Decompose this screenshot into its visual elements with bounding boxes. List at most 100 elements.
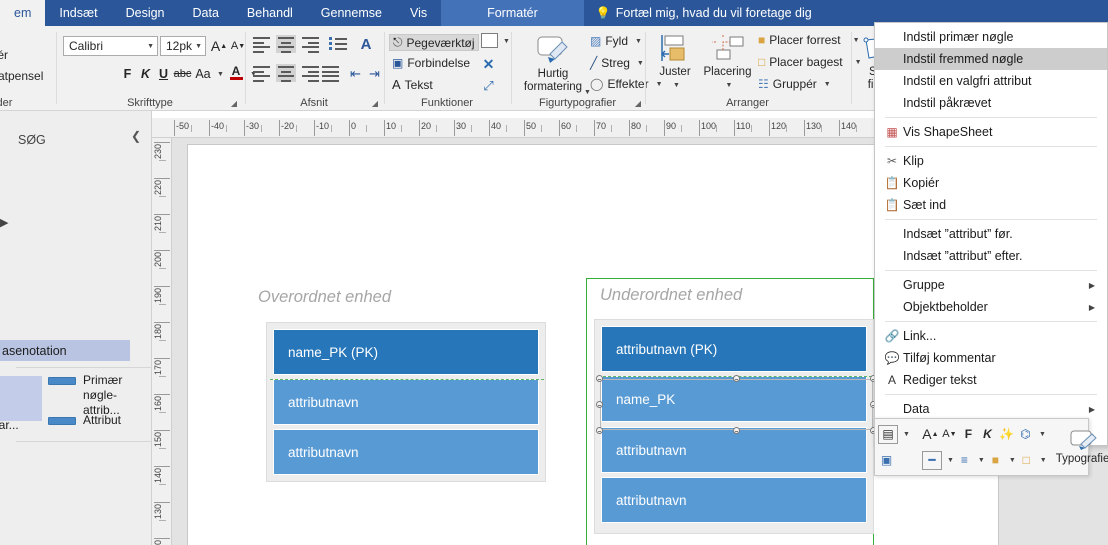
paragraph-dialog-launcher[interactable]: ◢ <box>372 99 378 108</box>
tab-behandl[interactable]: Behandl <box>233 0 307 26</box>
menu-item-rediger-tekst[interactable]: A Rediger tekst <box>875 369 1107 391</box>
italic-button[interactable]: K <box>137 64 154 83</box>
tab-indsaet[interactable]: Indsæt <box>45 0 111 26</box>
text-style-icon[interactable]: ▤ <box>878 424 898 444</box>
mini-toolbar-styles-button[interactable]: Typografier <box>1056 429 1108 465</box>
mini-toolbar[interactable]: ▤ ▼ ▣ A▲ A▼ F K ✨ ⌬ ▼ ━ ▼ ≡ ▼ ■ ▼ □ ▼ <box>874 418 1108 476</box>
tell-me-box[interactable]: 💡 Fortæl mig, hvad du vil foretage dig <box>584 0 812 26</box>
expand-stencil-icon[interactable]: ▶ <box>0 216 8 229</box>
chevron-down-icon[interactable]: ▼ <box>903 431 910 438</box>
chevron-down-icon[interactable]: ▼ <box>1040 457 1047 464</box>
text-tool-button[interactable]: A Tekst <box>392 77 433 92</box>
font-color-button[interactable]: A <box>228 62 244 83</box>
align-icon[interactable]: ≡ <box>956 451 973 470</box>
search-input[interactable]: SØG <box>0 127 152 153</box>
send-back-icon[interactable]: □ <box>1018 451 1035 470</box>
menu-item-kopi-r[interactable]: 📋 Kopiér <box>875 172 1107 194</box>
chevron-left-icon[interactable]: ❮ <box>131 129 141 143</box>
resize-handle-sw[interactable] <box>596 427 603 434</box>
position-button[interactable]: Placering ▼ <box>700 34 755 92</box>
line-style-icon[interactable]: ━ <box>921 450 942 470</box>
decrease-font-size-icon[interactable]: A ▼ <box>941 425 958 444</box>
tab-data[interactable]: Data <box>179 0 233 26</box>
menu-item-indstil-påkrævet[interactable]: Indstil påkrævet <box>875 92 1107 114</box>
menu-item-indstil-fremmed-nøgle[interactable]: Indstil fremmed nøgle <box>875 48 1107 70</box>
bold-button[interactable]: F <box>119 64 136 83</box>
context-menu[interactable]: Indstil primær nøgle Indstil fremmed nøgl… <box>874 22 1108 446</box>
font-name-combo[interactable]: Calibri ▼ <box>63 36 158 56</box>
align-button[interactable]: Juster ▼ <box>652 34 698 92</box>
chevron-down-icon[interactable]: ▼ <box>947 457 954 464</box>
bring-front-icon[interactable]: ■ <box>987 451 1004 470</box>
group-button[interactable]: ☷ Gruppér ▼ <box>758 77 831 91</box>
attribute-row[interactable]: attributnavn <box>601 477 867 523</box>
send-back-button[interactable]: □ Placer bagest ▼ <box>758 55 862 69</box>
align-text-right-button[interactable] <box>299 64 319 82</box>
font-dialog-launcher[interactable]: ◢ <box>231 99 237 108</box>
bold-icon[interactable]: F <box>960 425 977 444</box>
tab-vis[interactable]: Vis <box>396 0 441 26</box>
align-center-button[interactable] <box>276 35 296 53</box>
attribute-row[interactable]: attributnavn <box>273 429 539 475</box>
resize-handle-nw[interactable] <box>596 375 603 382</box>
align-left-button[interactable] <box>253 35 273 53</box>
format-painter-icon[interactable]: ✨ <box>998 425 1015 444</box>
font-size-combo[interactable]: 12pkt. ▼ <box>160 36 206 56</box>
tab-design[interactable]: Design <box>112 0 179 26</box>
menu-item-data[interactable]: Data ▶ <box>875 398 1107 420</box>
increase-font-size-icon[interactable]: A ▲ <box>210 36 228 56</box>
chevron-down-icon[interactable]: ▼ <box>1009 457 1016 464</box>
bullet-list-button[interactable] <box>329 35 349 53</box>
stencil-item-attribute[interactable]: Attribut <box>48 413 145 428</box>
menu-item-indstil-en-valgfri-attribut[interactable]: Indstil en valgfri attribut <box>875 70 1107 92</box>
attribute-row[interactable]: name_PK (PK) <box>273 329 539 375</box>
align-text-center-button[interactable] <box>276 64 296 82</box>
menu-item-indsæt-attribut-før[interactable]: Indsæt ”attribut” før. <box>875 223 1107 245</box>
underline-button[interactable]: U <box>155 64 172 83</box>
resize-handle-w[interactable] <box>596 401 603 408</box>
stencil-title[interactable]: asenotation <box>0 340 130 361</box>
chevron-down-icon[interactable]: ▼ <box>978 457 985 464</box>
menu-item-klip[interactable]: ✂ Klip <box>875 150 1107 172</box>
resize-handle-n[interactable] <box>733 375 740 382</box>
shape-fill-icon[interactable]: ⌬ <box>1017 425 1034 444</box>
menu-item-vis-shapesheet[interactable]: ▦ Vis ShapeSheet <box>875 121 1107 143</box>
clipboard-format-painter-label[interactable]: matpensel <box>0 69 43 83</box>
menu-item-indstil-primær-nøgle[interactable]: Indstil primær nøgle <box>875 26 1107 48</box>
attribute-row[interactable]: attributnavn (PK) <box>601 326 867 372</box>
stencil-selected-shape[interactable] <box>0 376 42 421</box>
tab-gennemse[interactable]: Gennemse <box>307 0 396 26</box>
menu-item-gruppe[interactable]: Gruppe ▶ <box>875 274 1107 296</box>
quick-format-button[interactable]: Hurtig formatering <box>520 34 586 94</box>
chevron-down-icon[interactable]: ▼ <box>1039 431 1046 438</box>
chevron-down-icon[interactable]: ▼ <box>503 38 510 45</box>
justify-button[interactable] <box>322 64 342 82</box>
chevron-down-icon[interactable]: ▼ <box>217 71 224 78</box>
clipboard-copy-label[interactable]: piér <box>0 48 8 62</box>
decrease-indent-button[interactable]: ⇤ <box>347 64 364 83</box>
text-direction-button[interactable]: A <box>356 34 376 54</box>
align-text-left-button[interactable] <box>253 64 273 82</box>
menu-item-tilføj-kommentar[interactable]: 💬 Tilføj kommentar <box>875 347 1107 369</box>
tab-hjem[interactable]: em <box>0 0 46 26</box>
stencil-item-partial-label[interactable]: bar... <box>0 418 19 432</box>
attribute-row[interactable]: attributnavn <box>273 379 539 425</box>
rectangle-tool-icon[interactable] <box>481 33 498 48</box>
change-case-button[interactable]: Aa <box>193 64 213 83</box>
attribute-row[interactable]: attributnavn <box>601 427 867 473</box>
entity-title[interactable]: Overordnet enhed <box>258 288 391 307</box>
crop-tool-icon[interactable]: ⤢ <box>480 77 497 94</box>
line-button[interactable]: ╱ Streg ▼ <box>590 56 644 70</box>
vertical-ruler[interactable]: 230220210200190180170160150140130120 <box>152 138 172 545</box>
strikethrough-button[interactable]: abc <box>173 64 192 83</box>
shapestyles-dialog-launcher[interactable]: ◢ <box>635 99 641 108</box>
menu-item-objektbeholder[interactable]: Objektbeholder ▶ <box>875 296 1107 318</box>
connector-icon[interactable]: ▣ <box>878 451 895 470</box>
x-tool-icon[interactable]: ✕ <box>480 56 497 73</box>
menu-item-indsæt-attribut-efter[interactable]: Indsæt ”attribut” efter. <box>875 245 1107 267</box>
entity-title[interactable]: Underordnet enhed <box>600 286 742 305</box>
connector-tool-button[interactable]: ▣ Forbindelse <box>392 56 470 70</box>
resize-handle-s[interactable] <box>733 427 740 434</box>
tab-formater[interactable]: Formatér <box>441 0 584 26</box>
align-right-button[interactable] <box>299 35 319 53</box>
